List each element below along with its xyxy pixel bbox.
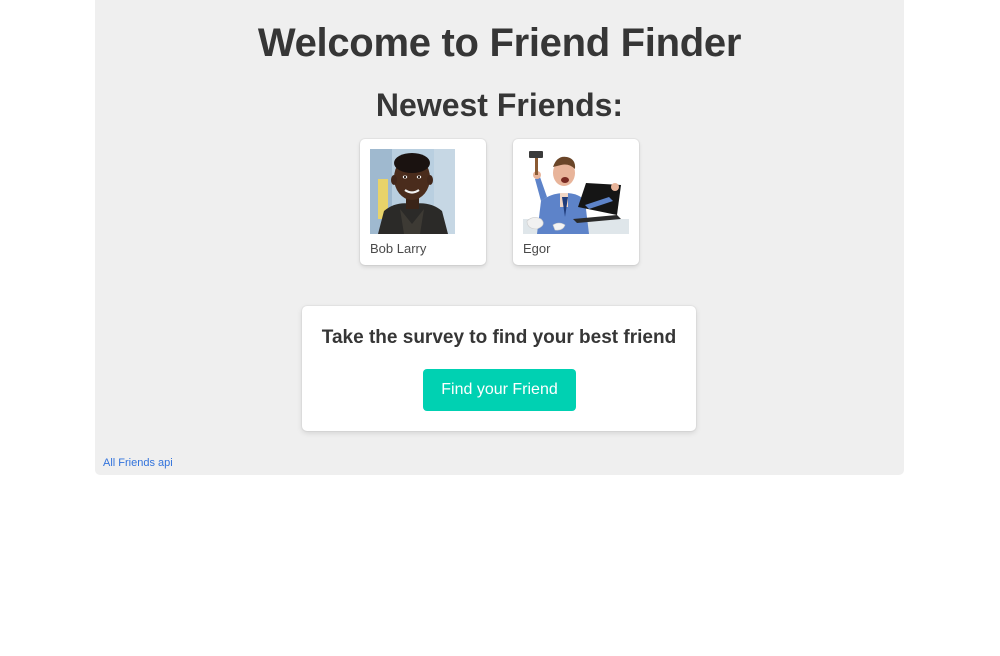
hero-section: Welcome to Friend Finder Newest Friends: <box>95 0 904 475</box>
survey-box: Take the survey to find your best friend… <box>302 306 696 431</box>
newest-friends-heading: Newest Friends: <box>375 87 624 123</box>
friend-card: Bob Larry <box>360 139 486 265</box>
angry-man-laptop-image <box>523 149 629 234</box>
boy-portrait-image <box>370 149 455 234</box>
friend-name: Bob Larry <box>370 241 427 256</box>
find-your-friend-button[interactable]: Find your Friend <box>423 369 576 411</box>
all-friends-api-link[interactable]: All Friends api <box>103 456 173 470</box>
page-title: Welcome to Friend Finder <box>257 21 742 65</box>
friend-photo <box>523 149 629 234</box>
friend-photo <box>370 149 455 234</box>
friend-name: Egor <box>523 241 551 256</box>
survey-prompt: Take the survey to find your best friend <box>321 327 677 348</box>
friend-card: Egor <box>513 139 639 265</box>
